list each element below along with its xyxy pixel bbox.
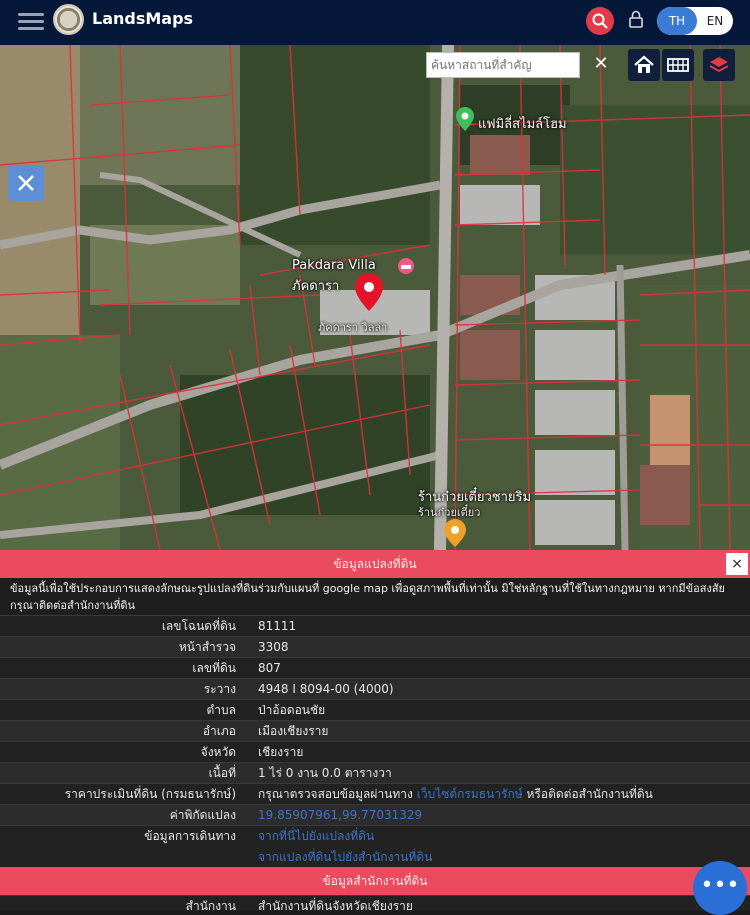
more-options-button[interactable]: ••• bbox=[693, 861, 747, 915]
info-row-district: อำเภอ เมืองเชียงราย bbox=[0, 720, 750, 741]
row-value: เชียงราย bbox=[258, 745, 304, 759]
lang-en-option[interactable]: EN bbox=[697, 7, 733, 35]
row-value: กรุณาตรวจสอบข้อมูลผ่านทาง เว็บไซต์กรมธนา… bbox=[258, 784, 653, 804]
row-label: สำนักงาน bbox=[185, 899, 236, 911]
restaurant-icon[interactable] bbox=[444, 519, 466, 547]
row-label: ตำบล bbox=[206, 703, 236, 717]
map-label-villa-th: ภัคดารา bbox=[292, 279, 340, 294]
info-row-price: ราคาประเมินที่ดิน (กรมธนารักษ์) กรุณาตรว… bbox=[0, 783, 750, 804]
row-label: เลขที่ดิน bbox=[192, 661, 236, 675]
office-section-title: ข้อมูลสำนักงานที่ดิน bbox=[0, 867, 750, 895]
clear-search-icon[interactable]: ✕ bbox=[587, 50, 615, 78]
info-row-province: จังหวัด เชียงราย bbox=[0, 741, 750, 762]
treasury-website-link[interactable]: เว็บไซต์กรมธนารักษ์ bbox=[417, 787, 523, 801]
home-button[interactable] bbox=[628, 49, 660, 81]
close-panel-button[interactable]: × bbox=[726, 553, 748, 575]
disclaimer-text: ข้อมูลนี้เพื่อใช้ประกอบการแสดงลักษณะรูปแ… bbox=[0, 578, 750, 616]
search-button[interactable] bbox=[586, 7, 614, 35]
row-value: 4948 I 8094-00 (4000) bbox=[258, 682, 394, 696]
info-row-office: สำนักงาน สำนักงานที่ดินจังหวัดเชียงราย bbox=[0, 895, 750, 911]
top-bar: LandsMaps TH EN bbox=[0, 0, 750, 45]
info-row-coords: ค่าพิกัดแปลง 19.85907961,99.77031329 bbox=[0, 804, 750, 825]
info-row-deed: เลขโฉนดที่ดิน 81111 bbox=[0, 615, 750, 636]
department-logo bbox=[53, 4, 84, 35]
info-row-travel: ข้อมูลการเดินทาง จากที่นี่ไปยังแปลงที่ดิ… bbox=[0, 825, 750, 867]
row-value: 3308 bbox=[258, 640, 289, 654]
row-value: 807 bbox=[258, 661, 281, 675]
info-row-sheet: ระวาง 4948 I 8094-00 (4000) bbox=[0, 678, 750, 699]
map-label-family-home: แฟมิลี่สไมล์โฮม bbox=[478, 117, 567, 132]
directions-to-parcel-link[interactable]: จากที่นี่ไปยังแปลงที่ดิน bbox=[258, 826, 374, 846]
tools-icon bbox=[18, 175, 34, 191]
lock-icon[interactable] bbox=[629, 10, 643, 28]
row-label: ข้อมูลการเดินทาง bbox=[144, 829, 236, 843]
row-value: ป่าอ้อดอนชัย bbox=[258, 703, 326, 717]
home-icon bbox=[634, 55, 654, 73]
price-prefix: กรุณาตรวจสอบข้อมูลผ่านทาง bbox=[258, 787, 413, 801]
price-suffix: หรือติดต่อสำนักงานที่ดิน bbox=[526, 787, 653, 801]
row-label: ราคาประเมินที่ดิน (กรมธนารักษ์) bbox=[64, 787, 236, 801]
info-row-subdistrict: ตำบล ป่าอ้อดอนชัย bbox=[0, 699, 750, 720]
app-title: LandsMaps bbox=[92, 9, 194, 28]
language-toggle[interactable]: TH EN bbox=[657, 7, 733, 35]
row-label: เนื้อที่ bbox=[208, 766, 236, 780]
row-label: ค่าพิกัดแปลง bbox=[169, 808, 236, 822]
row-label: อำเภอ bbox=[202, 724, 236, 738]
row-label: เลขโฉนดที่ดิน bbox=[161, 619, 236, 633]
lang-th-option[interactable]: TH bbox=[657, 7, 697, 35]
row-label: หน้าสำรวจ bbox=[178, 640, 236, 654]
map-view[interactable]: ✕ แฟมิลี่สไมล์โฮม Pakdara bbox=[0, 45, 750, 550]
directions-to-office-link[interactable]: จากแปลงที่ดินไปยังสำนักงานที่ดิน bbox=[258, 847, 432, 867]
hotel-icon[interactable] bbox=[397, 257, 415, 275]
row-value: 1 ไร่ 0 งาน 0.0 ตารางวา bbox=[258, 766, 392, 780]
row-label: ระวาง bbox=[203, 682, 236, 696]
map-label-villa-en: Pakdara Villa bbox=[292, 258, 376, 273]
selected-parcel-pin-icon[interactable] bbox=[355, 273, 383, 311]
search-icon bbox=[592, 13, 608, 29]
layers-icon bbox=[709, 57, 729, 73]
row-label: จังหวัด bbox=[200, 745, 236, 759]
panel-title: ข้อมูลแปลงที่ดิน bbox=[0, 550, 750, 578]
layers-button[interactable] bbox=[703, 49, 735, 81]
row-value: 81111 bbox=[258, 619, 297, 633]
row-value: สำนักงานที่ดินจังหวัดเชียงราย bbox=[258, 899, 413, 911]
measure-tool-button[interactable] bbox=[8, 165, 44, 201]
parcel-info-panel: ข้อมูลแปลงที่ดิน × ข้อมูลนี้เพื่อใช้ประก… bbox=[0, 550, 750, 911]
place-search-input[interactable] bbox=[426, 52, 580, 78]
menu-icon[interactable] bbox=[18, 10, 44, 32]
info-row-area: เนื้อที่ 1 ไร่ 0 งาน 0.0 ตารางวา bbox=[0, 762, 750, 783]
grid-icon bbox=[667, 58, 689, 72]
row-value: เมืองเชียงราย bbox=[258, 724, 329, 738]
grid-button[interactable] bbox=[662, 49, 694, 81]
location-pin-icon[interactable] bbox=[456, 107, 474, 131]
map-label-villa-sub: ภัคดารา วิลล่า bbox=[318, 321, 388, 334]
info-row-land-no: เลขที่ดิน 807 bbox=[0, 657, 750, 678]
info-row-survey: หน้าสำรวจ 3308 bbox=[0, 636, 750, 657]
coordinates-link[interactable]: 19.85907961,99.77031329 bbox=[258, 805, 422, 825]
